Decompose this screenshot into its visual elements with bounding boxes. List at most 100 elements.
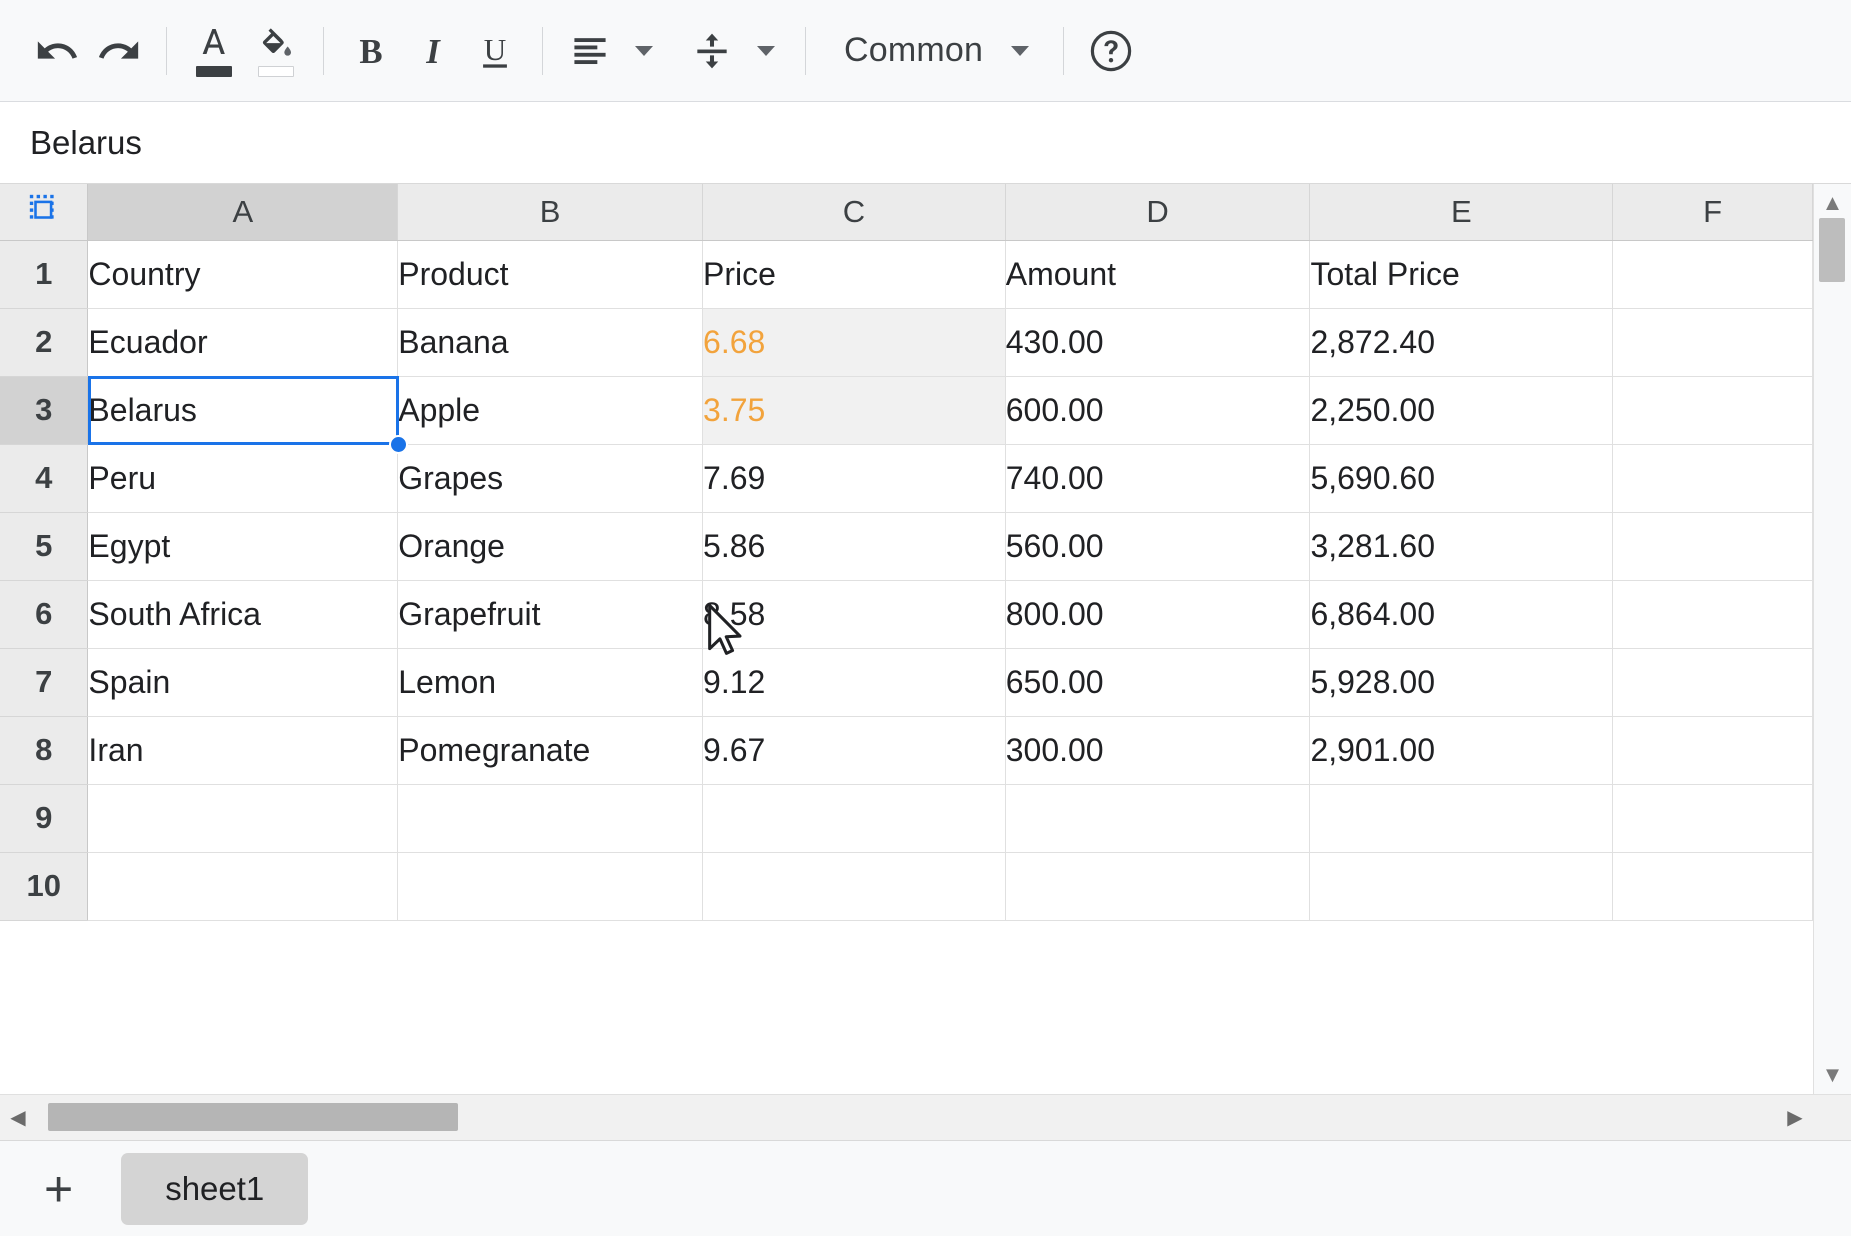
cell-e9[interactable] (1309, 784, 1614, 853)
cell-b4[interactable]: Grapes (397, 444, 704, 513)
cell-c3[interactable]: 3.75 (702, 376, 1006, 445)
text-color-button[interactable] (183, 20, 245, 82)
vertical-align-button[interactable] (681, 20, 743, 82)
cell-c5[interactable]: 5.86 (702, 512, 1006, 581)
cell-f2[interactable] (1612, 308, 1813, 377)
cell-d1[interactable]: Amount (1005, 240, 1311, 309)
cell-f4[interactable] (1612, 444, 1813, 513)
row-header-8[interactable]: 8 (0, 716, 89, 785)
cell-d4[interactable]: 740.00 (1005, 444, 1311, 513)
cell-b6[interactable]: Grapefruit (397, 580, 704, 649)
row-header-9[interactable]: 9 (0, 784, 89, 853)
cell-f8[interactable] (1612, 716, 1813, 785)
cell-a7[interactable]: Spain (87, 648, 399, 717)
cell-c7[interactable]: 9.12 (702, 648, 1006, 717)
row-header-10[interactable]: 10 (0, 852, 89, 921)
cell-e6[interactable]: 6,864.00 (1309, 580, 1614, 649)
cell-e7[interactable]: 5,928.00 (1309, 648, 1614, 717)
number-format-select[interactable]: Common (822, 20, 1047, 82)
cell-d6[interactable]: 800.00 (1005, 580, 1311, 649)
cell-b10[interactable] (397, 852, 704, 921)
cell-e3[interactable]: 2,250.00 (1309, 376, 1614, 445)
scroll-left-button[interactable]: ◀ (0, 1105, 36, 1130)
cell-e2[interactable]: 2,872.40 (1309, 308, 1614, 377)
cell-a4[interactable]: Peru (87, 444, 399, 513)
row-header-6[interactable]: 6 (0, 580, 89, 649)
italic-button[interactable]: I (402, 20, 464, 82)
cell-f3[interactable] (1612, 376, 1813, 445)
cell-f1[interactable] (1612, 240, 1813, 309)
horizontal-scrollbar[interactable]: ◀ ▶ (0, 1094, 1851, 1140)
cell-b7[interactable]: Lemon (397, 648, 704, 717)
cell-d8[interactable]: 300.00 (1005, 716, 1311, 785)
column-header-e[interactable]: E (1309, 184, 1614, 241)
row-header-2[interactable]: 2 (0, 308, 89, 377)
underline-button[interactable]: U (464, 20, 526, 82)
bold-button[interactable]: B (340, 20, 402, 82)
row-header-7[interactable]: 7 (0, 648, 89, 717)
cell-e1[interactable]: Total Price (1309, 240, 1614, 309)
horizontal-align-dropdown[interactable] (621, 20, 667, 82)
sheet-tab-sheet1[interactable]: sheet1 (121, 1152, 309, 1225)
scroll-up-button[interactable]: ▲ (1822, 184, 1844, 222)
column-header-c[interactable]: C (702, 184, 1006, 241)
cell-c6[interactable]: 8.58 (702, 580, 1006, 649)
cell-c2[interactable]: 6.68 (702, 308, 1006, 377)
horizontal-align-button[interactable] (559, 20, 621, 82)
cell-c8[interactable]: 9.67 (702, 716, 1006, 785)
cell-f10[interactable] (1612, 852, 1813, 921)
cell-c9[interactable] (702, 784, 1006, 853)
column-header-a[interactable]: A (87, 184, 399, 241)
cell-d9[interactable] (1005, 784, 1311, 853)
vertical-scrollbar[interactable]: ▲ ▼ (1813, 184, 1851, 1094)
cell-d3[interactable]: 600.00 (1005, 376, 1311, 445)
row-header-3[interactable]: 3 (0, 376, 89, 445)
cell-b5[interactable]: Orange (397, 512, 704, 581)
cell-e10[interactable] (1309, 852, 1614, 921)
select-all-button[interactable] (0, 184, 89, 241)
undo-button[interactable] (26, 20, 88, 82)
scroll-down-button[interactable]: ▼ (1822, 1056, 1844, 1094)
cell-d7[interactable]: 650.00 (1005, 648, 1311, 717)
cell-b9[interactable] (397, 784, 704, 853)
column-header-b[interactable]: B (397, 184, 704, 241)
column-header-f[interactable]: F (1612, 184, 1813, 241)
row-header-4[interactable]: 4 (0, 444, 89, 513)
cell-a6[interactable]: South Africa (87, 580, 399, 649)
formula-bar[interactable]: Belarus (0, 102, 1851, 184)
cell-b1[interactable]: Product (397, 240, 704, 309)
cell-d10[interactable] (1005, 852, 1311, 921)
vertical-scroll-thumb[interactable] (1819, 218, 1845, 282)
cell-c4[interactable]: 7.69 (702, 444, 1006, 513)
cell-b8[interactable]: Pomegranate (397, 716, 704, 785)
cell-e4[interactable]: 5,690.60 (1309, 444, 1614, 513)
row-header-5[interactable]: 5 (0, 512, 89, 581)
add-sheet-button[interactable]: + (44, 1164, 73, 1214)
horizontal-scroll-thumb[interactable] (48, 1103, 458, 1131)
fill-handle[interactable] (389, 435, 408, 454)
column-header-d[interactable]: D (1005, 184, 1311, 241)
cell-c10[interactable] (702, 852, 1006, 921)
cell-c1[interactable]: Price (702, 240, 1006, 309)
cell-f6[interactable] (1612, 580, 1813, 649)
cell-f9[interactable] (1612, 784, 1813, 853)
cell-f7[interactable] (1612, 648, 1813, 717)
horizontal-scroll-track[interactable] (40, 1095, 1775, 1140)
vertical-align-dropdown[interactable] (743, 20, 789, 82)
fill-color-button[interactable] (245, 20, 307, 82)
cell-d5[interactable]: 560.00 (1005, 512, 1311, 581)
cell-d2[interactable]: 430.00 (1005, 308, 1311, 377)
scroll-right-button[interactable]: ▶ (1777, 1105, 1813, 1130)
cell-a10[interactable] (87, 852, 399, 921)
cell-a3[interactable]: Belarus (87, 376, 399, 445)
cell-a2[interactable]: Ecuador (87, 308, 399, 377)
cell-a5[interactable]: Egypt (87, 512, 399, 581)
cell-f5[interactable] (1612, 512, 1813, 581)
cell-e8[interactable]: 2,901.00 (1309, 716, 1614, 785)
row-header-1[interactable]: 1 (0, 240, 89, 309)
cell-b3[interactable]: Apple (397, 376, 704, 445)
redo-button[interactable] (88, 20, 150, 82)
cell-b2[interactable]: Banana (397, 308, 704, 377)
cell-a9[interactable] (87, 784, 399, 853)
help-button[interactable] (1080, 20, 1142, 82)
